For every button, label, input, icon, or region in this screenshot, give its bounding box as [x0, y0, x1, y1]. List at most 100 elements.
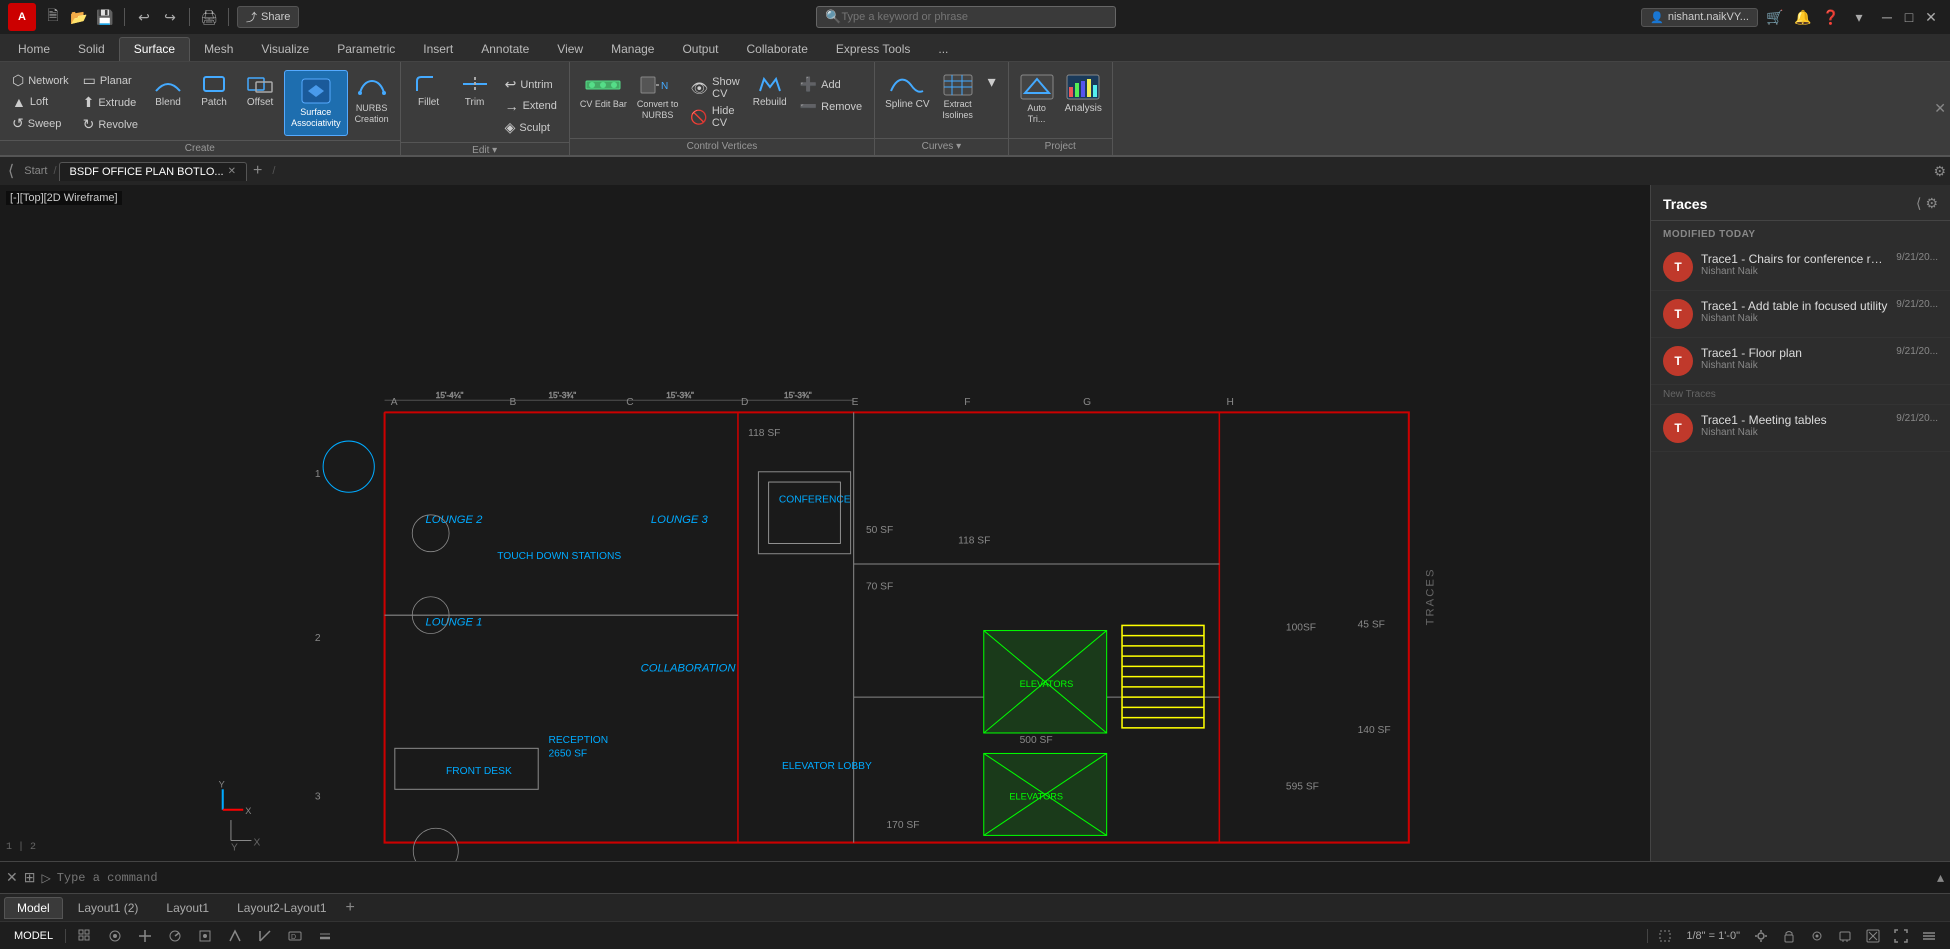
extract-isolines-button[interactable]: ExtractIsolines [936, 70, 980, 124]
fullscreen-button[interactable] [1888, 927, 1914, 945]
maximize-button[interactable]: □ [1898, 6, 1920, 28]
trace-item-2[interactable]: T Trace1 - Add table in focused utility … [1651, 291, 1950, 338]
traces-prev-button[interactable]: ⟨ [1916, 195, 1921, 212]
fillet-button[interactable]: Fillet [407, 70, 451, 111]
remove-cv-button[interactable]: ➖ Remove [794, 96, 868, 117]
share-button[interactable]: ⤴ Share [237, 6, 299, 28]
tab-layout1[interactable]: Layout1 [153, 897, 222, 919]
help-button[interactable]: ❓ [1820, 6, 1842, 28]
analysis-button[interactable]: Analysis [1061, 70, 1106, 117]
rebuild-button[interactable]: Rebuild [748, 70, 792, 111]
extrude-button[interactable]: ⬆ Extrude [77, 92, 144, 113]
tab-view[interactable]: View [543, 38, 597, 61]
tab-layout2-layout1[interactable]: Layout2-Layout1 [224, 897, 339, 919]
minimize-button[interactable]: ─ [1876, 6, 1898, 28]
undo-button[interactable]: ↩ [133, 6, 155, 28]
revolve-button[interactable]: ↻ Revolve [77, 114, 144, 135]
hardware-accel-button[interactable] [1832, 927, 1858, 945]
dyn-button[interactable]: D [282, 927, 308, 945]
selection-button[interactable] [1652, 927, 1678, 945]
notification-button[interactable]: 🔔 [1792, 6, 1814, 28]
tab-solid[interactable]: Solid [64, 38, 119, 61]
surface-assoc-button[interactable]: SurfaceAssociativity [284, 70, 348, 136]
search-input[interactable] [841, 11, 1061, 23]
tab-insert[interactable]: Insert [409, 38, 467, 61]
cad-drawing[interactable]: Y X X Y A B C D E F G H [0, 185, 1650, 861]
ribbon-collapse-button[interactable]: ✕ [1934, 100, 1946, 117]
trim-button[interactable]: Trim [453, 70, 497, 111]
redo-button[interactable]: ↪ [159, 6, 181, 28]
doc-tab-main[interactable]: BSDF OFFICE PLAN BOTLO... ✕ [59, 162, 247, 181]
workspace-settings-button[interactable] [1748, 927, 1774, 945]
ducs-button[interactable] [252, 927, 278, 945]
network-button[interactable]: ⬡ Network [6, 70, 75, 91]
save-button[interactable]: 💾 [94, 6, 116, 28]
tab-more[interactable]: ... [924, 38, 962, 61]
tab-manage[interactable]: Manage [597, 38, 668, 61]
search-box[interactable]: 🔍 [816, 6, 1116, 28]
tab-model[interactable]: Model [4, 897, 63, 919]
untrim-button[interactable]: ↩ Untrim [499, 70, 563, 95]
tab-visualize[interactable]: Visualize [247, 38, 323, 61]
command-settings-button[interactable]: ⊞ [24, 869, 36, 886]
traces-settings-button[interactable]: ⚙ [1925, 195, 1938, 212]
new-button[interactable]: 🗎 [42, 6, 64, 28]
patch-button[interactable]: Patch [192, 70, 236, 111]
trace-item-4[interactable]: T Trace1 - Meeting tables Nishant Naik 9… [1651, 405, 1950, 452]
tab-home[interactable]: Home [4, 38, 64, 61]
tab-output[interactable]: Output [668, 38, 732, 61]
blend-button[interactable]: Blend [146, 70, 190, 111]
open-button[interactable]: 📂 [68, 6, 90, 28]
curves-more-button[interactable]: ▾ [982, 70, 1002, 94]
isolate-button[interactable] [1804, 927, 1830, 945]
model-status[interactable]: MODEL [8, 928, 59, 944]
more-button[interactable]: ▾ [1848, 6, 1870, 28]
grid-button[interactable] [72, 927, 98, 945]
plot-button[interactable]: 🖨 [198, 6, 220, 28]
cart-button[interactable]: 🛒 [1764, 6, 1786, 28]
tab-mesh[interactable]: Mesh [190, 38, 247, 61]
close-button[interactable]: ✕ [1920, 6, 1942, 28]
trace-item-3[interactable]: T Trace1 - Floor plan Nishant Naik 9/21/… [1651, 338, 1950, 385]
trace-item-1[interactable]: T Trace1 - Chairs for conference room Ni… [1651, 244, 1950, 291]
tab-annotate[interactable]: Annotate [467, 38, 543, 61]
menu-button[interactable] [1916, 927, 1942, 945]
osnap-button[interactable] [192, 927, 218, 945]
spline-cv-button[interactable]: Spline CV [881, 70, 933, 113]
extend-button[interactable]: → Extend [499, 96, 563, 116]
snap-button[interactable] [102, 927, 128, 945]
sculpt-button[interactable]: ◈ Sculpt [499, 117, 563, 138]
planar-button[interactable]: ▭ Planar [77, 70, 144, 91]
nurbs-button[interactable]: NURBSCreation [350, 70, 394, 128]
annotation-scale-button[interactable]: 1/8" = 1'-0" [1680, 928, 1746, 944]
doc-tab-close[interactable]: ✕ [228, 166, 236, 177]
clean-screen-button[interactable] [1860, 927, 1886, 945]
new-tab-button[interactable]: + [249, 162, 266, 180]
tab-surface[interactable]: Surface [119, 37, 190, 61]
command-expand-button[interactable]: ▴ [1937, 869, 1944, 886]
user-button[interactable]: 👤 nishant.naikVY... [1641, 8, 1758, 27]
lock-button[interactable] [1776, 927, 1802, 945]
back-button[interactable]: ⟨ [4, 161, 18, 181]
otrack-button[interactable] [222, 927, 248, 945]
sweep-button[interactable]: ↺ Sweep [6, 113, 75, 134]
ortho-button[interactable] [132, 927, 158, 945]
add-layout-button[interactable]: + [342, 899, 359, 917]
lweight-button[interactable] [312, 927, 338, 945]
tab-layout1-2[interactable]: Layout1 (2) [65, 897, 152, 919]
tab-settings-button[interactable]: ⚙ [1933, 163, 1946, 180]
auto-tri-button[interactable]: AutoTri... [1015, 70, 1059, 128]
show-cv-button[interactable]: 👁 ShowCV [684, 70, 745, 102]
hide-cv-button[interactable]: 🚫 HideCV [684, 103, 745, 131]
add-cv-button[interactable]: ➕ Add [794, 70, 868, 95]
command-input[interactable] [57, 871, 1931, 885]
command-close-button[interactable]: ✕ [6, 869, 18, 886]
tab-express-tools[interactable]: Express Tools [822, 38, 924, 61]
polar-button[interactable] [162, 927, 188, 945]
loft-button[interactable]: ▲ Loft [6, 92, 75, 112]
convert-nurbs-button[interactable]: N Convert toNURBS [633, 70, 683, 124]
offset-button[interactable]: Offset [238, 70, 282, 111]
tab-collaborate[interactable]: Collaborate [733, 38, 822, 61]
tab-parametric[interactable]: Parametric [323, 38, 409, 61]
cv-edit-bar-button[interactable]: CV Edit Bar [576, 70, 631, 112]
